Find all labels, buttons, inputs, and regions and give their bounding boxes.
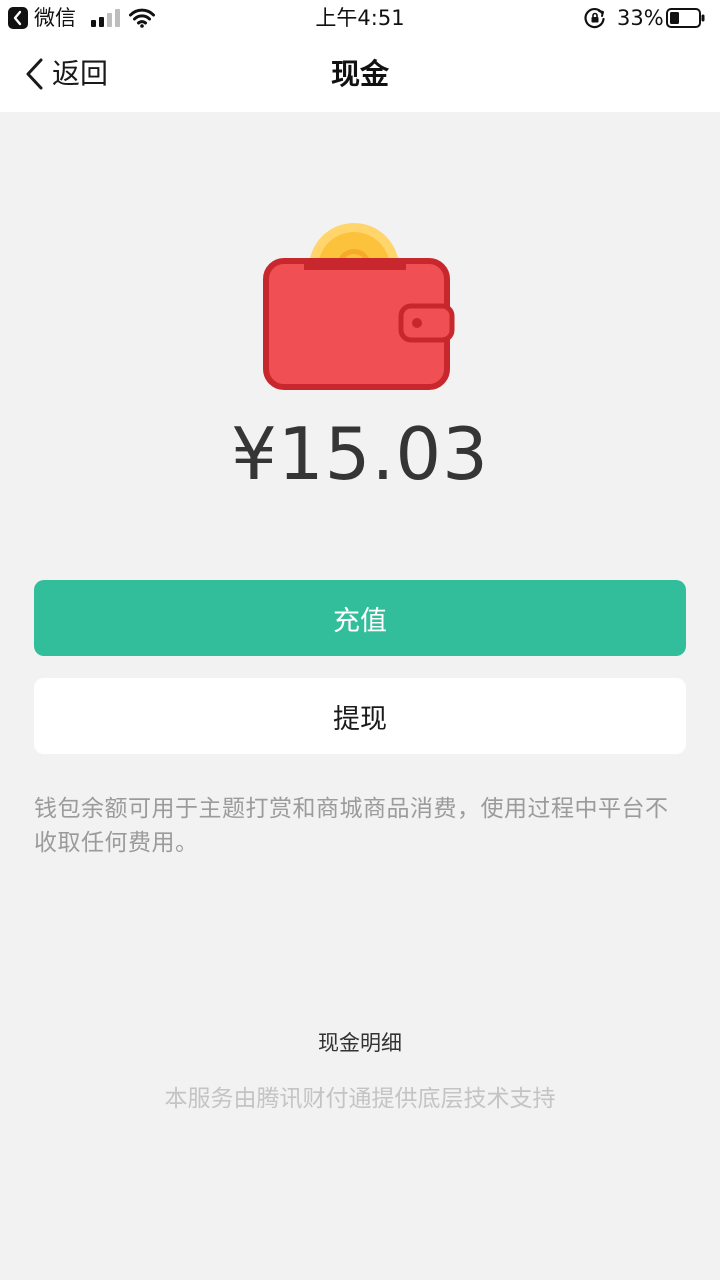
- wallet-icon: [260, 220, 460, 395]
- navigation-bar: 返回 现金: [0, 36, 720, 112]
- footer-service-note: 本服务由腾讯财付通提供底层技术支持: [164, 1086, 556, 1112]
- battery-icon: [666, 8, 706, 28]
- cash-balance: ¥15.03: [231, 412, 489, 496]
- recharge-button[interactable]: 充值: [34, 580, 686, 656]
- wallet-usage-note: 钱包余额可用于主题打赏和商城商品消费，使用过程中平台不收取任何费用。: [34, 796, 669, 856]
- battery-percent: 33%: [617, 6, 664, 30]
- cash-detail-link[interactable]: 现金明细: [318, 1031, 402, 1055]
- status-time: 上午4:51: [315, 6, 405, 30]
- cash-detail-link-row: 现金明细: [0, 1028, 720, 1058]
- withdraw-button[interactable]: 提现: [34, 678, 686, 754]
- orientation-lock-icon: [584, 7, 606, 33]
- status-bar: 微信 上午4:51 33%: [0, 0, 720, 36]
- page-title: 现金: [330, 57, 389, 91]
